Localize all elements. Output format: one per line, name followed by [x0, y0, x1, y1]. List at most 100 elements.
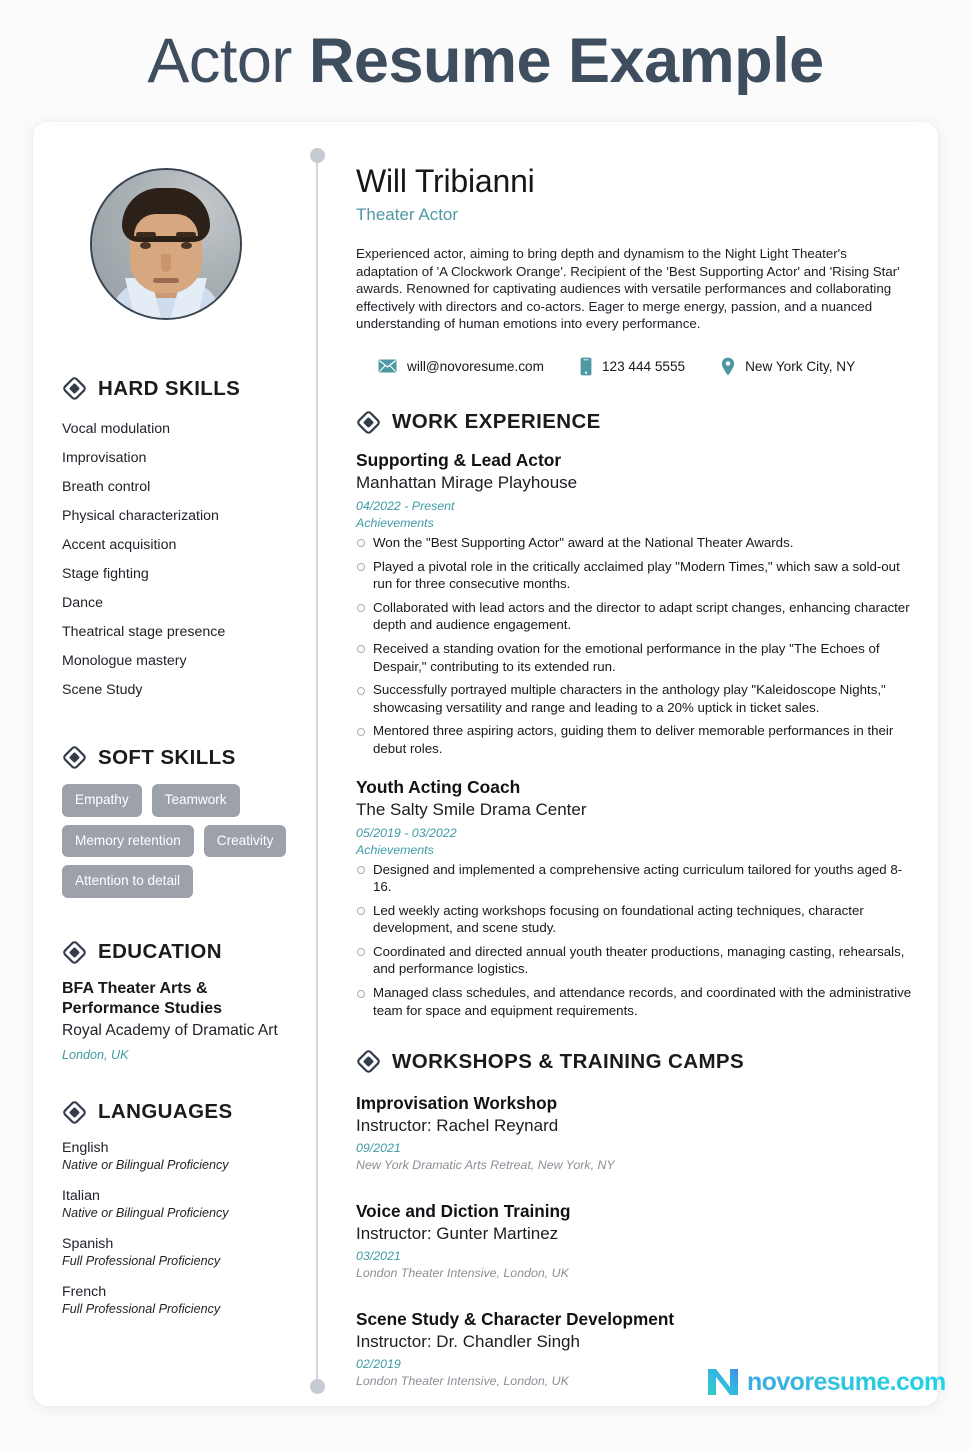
contact-location[interactable]: New York City, NY	[721, 357, 855, 376]
phone-icon	[580, 357, 592, 376]
language-level: Native or Bilingual Proficiency	[62, 1157, 229, 1172]
contact-phone-text: 123 444 5555	[601, 358, 686, 374]
page-title: Actor Resume Example	[0, 14, 971, 108]
language-name: Spanish	[62, 1235, 114, 1252]
section-title: EDUCATION	[98, 940, 222, 964]
section-title: WORKSHOPS & TRAINING CAMPS	[392, 1049, 745, 1073]
novoresume-mark-icon	[708, 1369, 738, 1395]
novoresume-logo-text: novoresume.com	[747, 1367, 946, 1396]
section-languages: LANGUAGES English Native or Bilingual Pr…	[62, 1100, 302, 1318]
workshop-title: Scene Study & Character Development	[356, 1309, 675, 1330]
workshop-venue: London Theater Intensive, London, UK	[356, 1266, 569, 1281]
resume-page: Actor Resume Example HARD SKILLS Vocal m…	[0, 0, 971, 1451]
list-item: Stage fighting	[62, 566, 149, 582]
job-organization: Manhattan Mirage Playhouse	[356, 472, 578, 492]
language-name: English	[62, 1139, 109, 1156]
skill-tag: Memory retention	[62, 824, 194, 858]
diamond-icon	[63, 1100, 86, 1124]
education-location: London, UK	[62, 1047, 129, 1062]
avatar-brow-left	[136, 232, 156, 237]
list-item: Theatrical stage presence	[62, 624, 226, 640]
soft-skills-list: Empathy Teamwork Memory retention Creati…	[62, 784, 294, 898]
diamond-icon	[63, 746, 86, 769]
list-item: Monologue mastery	[62, 653, 187, 669]
sidebar: HARD SKILLS Vocal modulation Improvisati…	[62, 160, 302, 1331]
list-item: Scene Study	[62, 682, 143, 698]
language-level: Native or Bilingual Proficiency	[62, 1205, 229, 1220]
list-item: Designed and implemented a comprehensive…	[356, 861, 912, 896]
contact-phone[interactable]: 123 444 5555	[580, 357, 685, 376]
section-header: HARD SKILLS	[62, 376, 302, 401]
contact-email[interactable]: will@novoresume.com	[378, 359, 544, 374]
workshop-instructor: Instructor: Rachel Reynard	[356, 1116, 559, 1136]
diamond-icon	[357, 1050, 380, 1074]
envelope-icon	[378, 359, 397, 373]
section-header: WORK EXPERIENCE	[356, 410, 912, 435]
list-item: Breath control	[62, 479, 151, 495]
language-name: Italian	[62, 1187, 100, 1204]
job-title: Youth Acting Coach	[356, 776, 521, 797]
list-item: Led weekly acting workshops focusing on …	[356, 902, 912, 937]
list-item: Physical characterization	[62, 508, 219, 524]
language-name: French	[62, 1283, 107, 1300]
list-item: Received a standing ovation for the emot…	[356, 640, 912, 675]
section-header: EDUCATION	[62, 940, 302, 965]
workshop-entry: Improvisation Workshop Instructor: Rache…	[356, 1092, 912, 1174]
novoresume-logo[interactable]: novoresume.com	[706, 1367, 946, 1397]
section-title: SOFT SKILLS	[98, 745, 236, 769]
main-column: Will Tribianni Theater Actor Experienced…	[356, 160, 912, 1390]
avatar-brow-right	[176, 232, 196, 237]
job-organization: The Salty Smile Drama Center	[356, 799, 587, 819]
candidate-role: Theater Actor	[356, 205, 459, 224]
list-item: Vocal modulation	[62, 421, 171, 437]
avatar	[90, 168, 242, 320]
divider-dot-bottom	[310, 1379, 325, 1394]
contact-location-text: New York City, NY	[745, 358, 856, 374]
achievements-label: Achievements	[356, 515, 434, 530]
avatar-mouth	[153, 278, 179, 283]
avatar-eye-right	[181, 242, 192, 249]
list-item: Won the "Best Supporting Actor" award at…	[356, 534, 912, 552]
job-title: Supporting & Lead Actor	[356, 449, 562, 470]
job-date: 04/2022 - Present	[356, 498, 455, 513]
section-hard-skills: HARD SKILLS Vocal modulation Improvisati…	[62, 376, 302, 705]
page-title-bold: Resume Example	[308, 26, 824, 96]
achievements-label: Achievements	[356, 842, 434, 857]
list-item: Dance	[62, 595, 104, 611]
contact-email-text: will@novoresume.com	[407, 358, 544, 374]
workshop-instructor: Instructor: Dr. Chandler Singh	[356, 1332, 580, 1352]
column-divider	[316, 155, 318, 1387]
section-soft-skills: SOFT SKILLS Empathy Teamwork Memory rete…	[62, 745, 302, 898]
job-bullets: Won the "Best Supporting Actor" award at…	[356, 534, 912, 758]
workshop-entry: Voice and Diction Training Instructor: G…	[356, 1200, 912, 1282]
contact-row: will@novoresume.com 123 444 5555 New Yor…	[356, 357, 912, 376]
avatar-nose	[161, 254, 171, 272]
list-item: English Native or Bilingual Proficiency	[62, 1139, 302, 1174]
section-header: LANGUAGES	[62, 1100, 302, 1125]
section-education: EDUCATION BFA Theater Arts & Performance…	[62, 940, 302, 1062]
workshop-title: Voice and Diction Training	[356, 1201, 571, 1222]
list-item: Mentored three aspiring actors, guiding …	[356, 722, 912, 757]
skill-tag: Teamwork	[151, 784, 240, 817]
section-title: HARD SKILLS	[98, 376, 241, 400]
workshop-title: Improvisation Workshop	[356, 1093, 558, 1114]
location-pin-icon	[722, 357, 735, 376]
diamond-icon	[63, 377, 86, 400]
divider-dot-top	[310, 148, 325, 163]
profile-summary: Experienced actor, aiming to bring depth…	[356, 246, 900, 332]
candidate-name: Will Tribianni	[356, 163, 535, 199]
job-entry: Youth Acting Coach The Salty Smile Drama…	[356, 776, 912, 1020]
diamond-icon	[63, 940, 86, 964]
list-item: Managed class schedules, and attendance …	[356, 984, 912, 1019]
list-item: Spanish Full Professional Proficiency	[62, 1235, 302, 1270]
languages-list: English Native or Bilingual Proficiency …	[62, 1139, 302, 1318]
language-level: Full Professional Proficiency	[62, 1301, 221, 1316]
avatar-eye-left	[140, 242, 151, 249]
list-item: Played a pivotal role in the critically …	[356, 558, 912, 593]
workshop-date: 03/2021	[356, 1249, 401, 1264]
list-item: Improvisation	[62, 450, 147, 466]
education-school: Royal Academy of Dramatic Art	[62, 1021, 278, 1039]
job-entry: Supporting & Lead Actor Manhattan Mirage…	[356, 449, 912, 758]
section-work-experience: WORK EXPERIENCE Supporting & Lead Actor …	[356, 410, 912, 1019]
job-date: 05/2019 - 03/2022	[356, 825, 457, 840]
